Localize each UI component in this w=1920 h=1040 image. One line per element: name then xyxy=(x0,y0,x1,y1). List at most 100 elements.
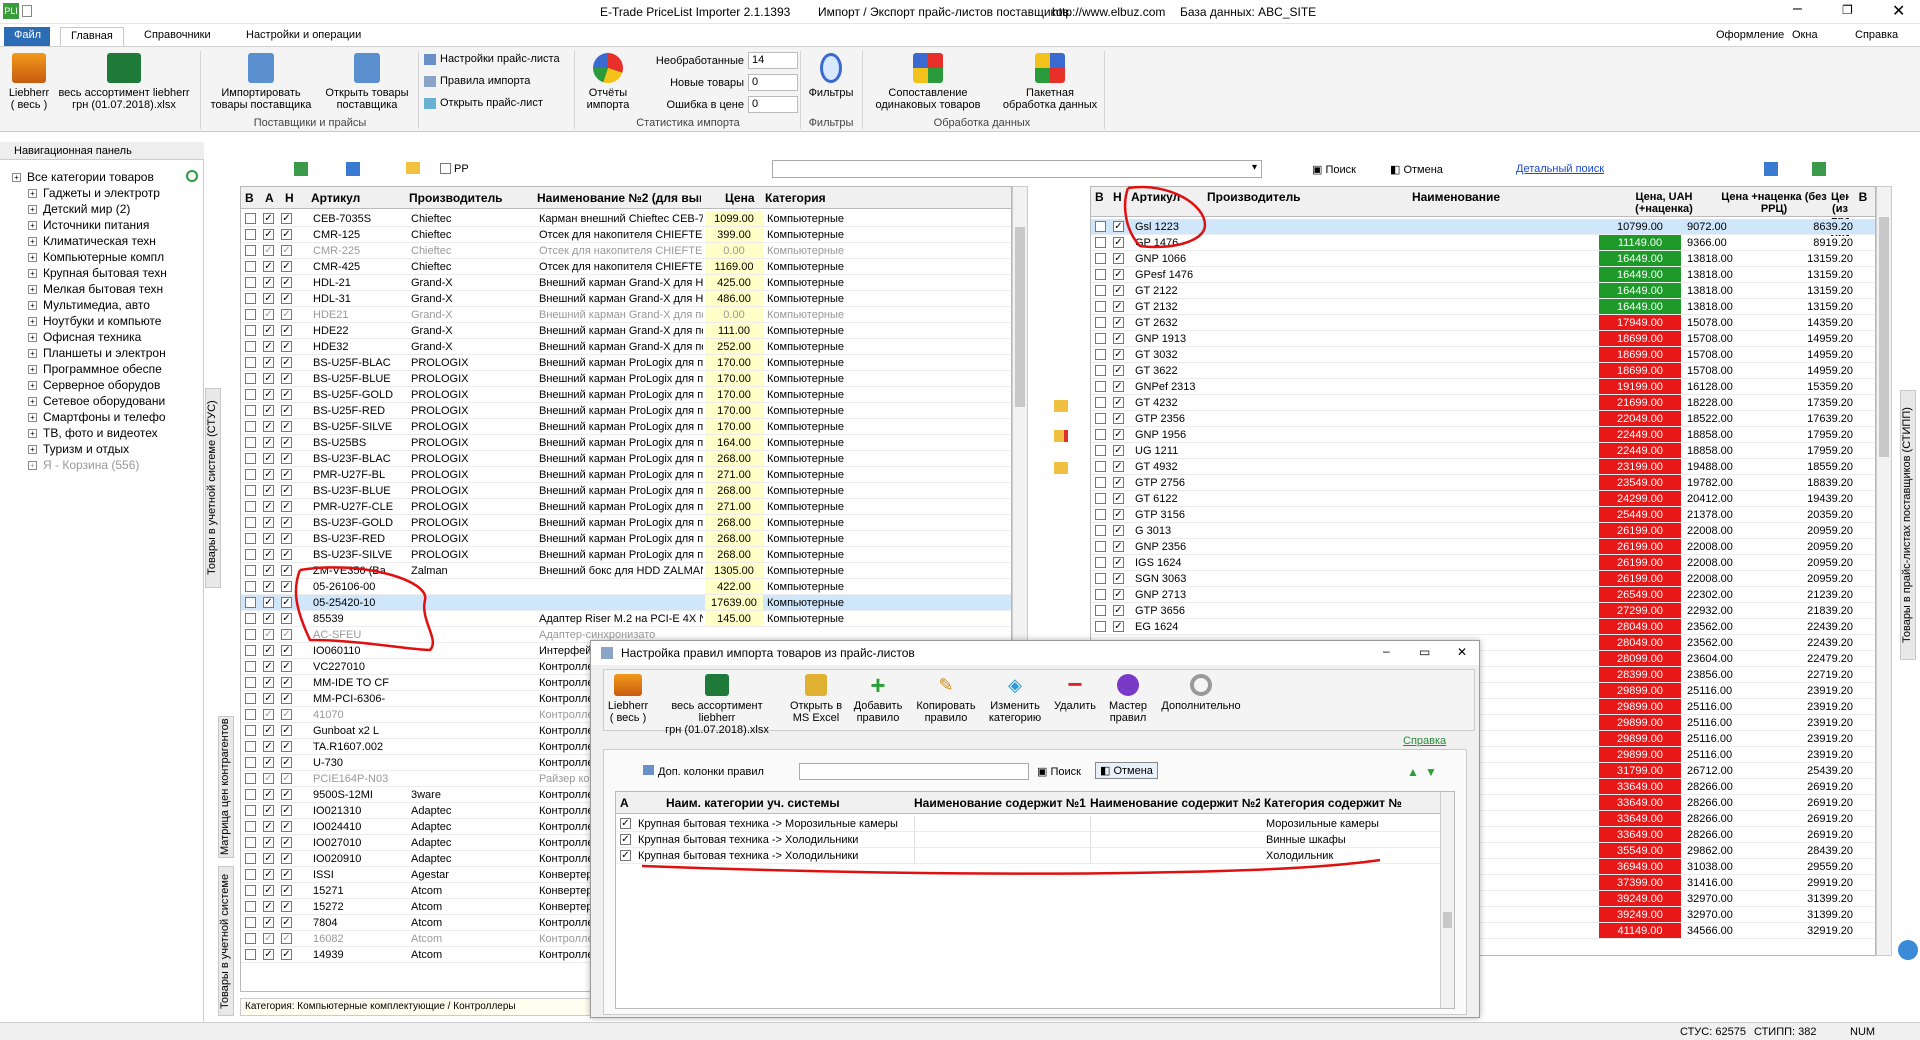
column-header[interactable]: Наименование содержит №2 xyxy=(1090,796,1260,810)
row-checkbox[interactable]: ✓ xyxy=(263,293,274,304)
import-reports-button[interactable]: Отчёты импорта xyxy=(578,53,638,111)
vtab-stus[interactable]: Товары в учетной системе (СТУС) xyxy=(205,388,221,588)
table-row[interactable]: ✓ ✓ BS-U23F-GOLD PROLOGIX Внешний карман Pro… xyxy=(241,515,1011,531)
row-checkbox[interactable]: ✓ xyxy=(281,277,292,288)
rules-wizard-button[interactable]: Мастер правил xyxy=(1106,674,1150,724)
row-checkbox[interactable]: ✓ xyxy=(263,629,274,640)
row-checkbox[interactable]: ✓ xyxy=(281,773,292,784)
column-header[interactable]: Категория содержит № xyxy=(1264,796,1436,810)
row-checkbox[interactable] xyxy=(1095,429,1106,440)
row-checkbox[interactable] xyxy=(1095,525,1106,536)
row-checkbox[interactable]: ✓ xyxy=(281,325,292,336)
row-checkbox[interactable] xyxy=(245,565,256,576)
row-checkbox[interactable] xyxy=(1095,573,1106,584)
row-checkbox[interactable] xyxy=(1095,589,1106,600)
row-checkbox[interactable] xyxy=(245,485,256,496)
close-icon[interactable]: ✕ xyxy=(1457,645,1467,659)
row-checkbox[interactable] xyxy=(245,677,256,688)
row-checkbox[interactable] xyxy=(245,437,256,448)
row-checkbox[interactable] xyxy=(245,821,256,832)
row-checkbox[interactable]: ✓ xyxy=(263,949,274,960)
table-row[interactable]: ✓ GTP 3656 27299.00 22932.00 21839.20 xyxy=(1091,603,1875,619)
row-checkbox[interactable]: ✓ xyxy=(263,389,274,400)
open-pricelist-link[interactable]: Открыть прайс-лист xyxy=(424,97,543,109)
expand-icon[interactable]: + xyxy=(12,173,21,183)
table-row[interactable]: ✓ ✓ BS-U25F-RED PROLOGIX Внешний карман ProL… xyxy=(241,403,1011,419)
tree-item[interactable]: + Ноутбуки и компьюте xyxy=(28,314,198,330)
row-checkbox[interactable]: ✓ xyxy=(263,757,274,768)
tree-item[interactable]: + Мультимедиа, авто xyxy=(28,298,198,314)
row-checkbox[interactable] xyxy=(1095,541,1106,552)
tree-item[interactable]: + Я - Корзина (556) xyxy=(28,458,198,474)
row-checkbox[interactable]: ✓ xyxy=(263,597,274,608)
row-checkbox[interactable]: ✓ xyxy=(263,933,274,944)
refresh-icon[interactable] xyxy=(186,170,198,182)
row-checkbox[interactable]: ✓ xyxy=(281,949,292,960)
table-row[interactable]: ✓ GTP 2356 22049.00 18522.00 17639.20 xyxy=(1091,411,1875,427)
tree-item[interactable]: + Сетевое оборудовани xyxy=(28,394,198,410)
row-checkbox[interactable] xyxy=(245,869,256,880)
table-row[interactable]: ✓ SGN 3063 26199.00 22008.00 20959.20 xyxy=(1091,571,1875,587)
row-checkbox[interactable]: ✓ xyxy=(1113,317,1124,328)
row-checkbox[interactable] xyxy=(1095,413,1106,424)
row-checkbox[interactable]: ✓ xyxy=(281,549,292,560)
expand-icon[interactable]: + xyxy=(28,461,37,471)
table-row[interactable]: ✓ GT 2632 17949.00 15078.00 14359.20 xyxy=(1091,315,1875,331)
tree-item[interactable]: + Климатическая техн xyxy=(28,234,198,250)
row-checkbox[interactable]: ✓ xyxy=(1113,509,1124,520)
row-checkbox[interactable]: ✓ xyxy=(281,437,292,448)
table-row[interactable]: ✓ GNP 1913 18699.00 15708.00 14959.20 xyxy=(1091,331,1875,347)
row-checkbox[interactable]: ✓ xyxy=(1113,285,1124,296)
qat-icon[interactable] xyxy=(22,5,32,17)
row-checkbox[interactable] xyxy=(245,693,256,704)
dialog-cancel-button[interactable]: ◧ Отмена xyxy=(1095,762,1158,779)
row-checkbox[interactable] xyxy=(1095,381,1106,392)
row-checkbox[interactable] xyxy=(245,885,256,896)
table-row[interactable]: ✓ GPesf 1476 16449.00 13818.00 13159.20 xyxy=(1091,267,1875,283)
expand-icon[interactable]: + xyxy=(28,413,37,423)
row-checkbox[interactable]: ✓ xyxy=(1113,605,1124,616)
table-row[interactable]: ✓ ✓ HDL-21 Grand-X Внешний карман Grand-X дл… xyxy=(241,275,1011,291)
row-checkbox[interactable]: ✓ xyxy=(263,677,274,688)
right-scrollbar[interactable] xyxy=(1876,186,1892,956)
column-header[interactable]: Наименование содержит №1 xyxy=(914,796,1086,810)
column-header[interactable]: Наим. категории уч. системы xyxy=(666,796,938,810)
table-row[interactable]: ✓ ✓ HDE21 Grand-X Внешний карман Grand-X для… xyxy=(241,307,1011,323)
row-checkbox[interactable]: ✓ xyxy=(281,533,292,544)
row-checkbox[interactable]: ✓ xyxy=(263,869,274,880)
import-rules-link[interactable]: Правила импорта xyxy=(424,75,530,87)
rule-row[interactable]: ✓ Крупная бытовая техника -> Холодильники… xyxy=(616,848,1440,864)
row-checkbox[interactable] xyxy=(245,917,256,928)
row-checkbox[interactable] xyxy=(245,789,256,800)
row-checkbox[interactable]: ✓ xyxy=(281,709,292,720)
row-checkbox[interactable]: ✓ xyxy=(1113,429,1124,440)
row-checkbox[interactable]: ✓ xyxy=(263,437,274,448)
row-checkbox[interactable]: ✓ xyxy=(263,581,274,592)
row-checkbox[interactable] xyxy=(1095,269,1106,280)
row-checkbox[interactable]: ✓ xyxy=(263,517,274,528)
row-checkbox[interactable] xyxy=(245,501,256,512)
tree-item[interactable]: + Программное обеспе xyxy=(28,362,198,378)
link-icon[interactable] xyxy=(1054,400,1068,412)
table-row[interactable]: ✓ GNP 1066 16449.00 13818.00 13159.20 xyxy=(1091,251,1875,267)
tree-item[interactable]: + Серверное оборудов xyxy=(28,378,198,394)
row-checkbox[interactable] xyxy=(245,357,256,368)
row-checkbox[interactable] xyxy=(245,581,256,592)
table-row[interactable]: ✓ IGS 1624 26199.00 22008.00 20959.20 xyxy=(1091,555,1875,571)
table-row[interactable]: ✓ ✓ BS-U23F-RED PROLOGIX Внешний карман ProL… xyxy=(241,531,1011,547)
row-checkbox[interactable]: ✓ xyxy=(263,885,274,896)
row-checkbox[interactable] xyxy=(245,421,256,432)
table-row[interactable]: ✓ GT 4232 21699.00 18228.00 17359.20 xyxy=(1091,395,1875,411)
help-menu[interactable]: Справка xyxy=(1845,27,1908,46)
expand-icon[interactable]: + xyxy=(28,221,37,231)
tree-item[interactable]: + Мелкая бытовая техн xyxy=(28,282,198,298)
row-checkbox[interactable]: ✓ xyxy=(263,245,274,256)
table-row[interactable]: ✓ ✓ CMR-125 Chieftec Отсек для накопителя CH… xyxy=(241,227,1011,243)
dlg-pricelist-button[interactable]: весь ассортимент liebherr грн (01.07.2018… xyxy=(652,674,782,736)
row-checkbox[interactable]: ✓ xyxy=(263,325,274,336)
row-checkbox[interactable] xyxy=(245,245,256,256)
table-row[interactable]: ✓ ✓ BS-U25BS PROLOGIX Внешний карман ProLogi… xyxy=(241,435,1011,451)
row-checkbox[interactable] xyxy=(245,597,256,608)
row-checkbox[interactable]: ✓ xyxy=(1113,445,1124,456)
expand-icon[interactable]: + xyxy=(28,205,37,215)
